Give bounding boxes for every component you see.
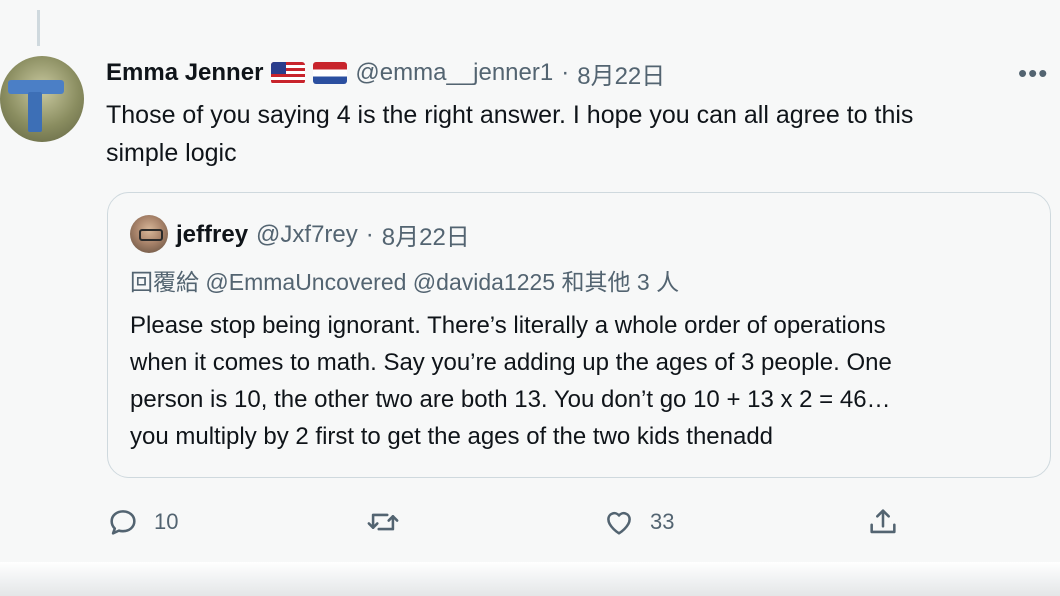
tweet-header: Emma Jenner @emma__jenner1 · 8月22日 [106, 56, 665, 90]
more-icon[interactable]: ••• [1018, 58, 1048, 89]
quoted-text-line: you multiply by 2 first to get the ages … [130, 423, 774, 450]
heart-icon [607, 511, 631, 535]
reply-icon [110, 510, 136, 535]
quoted-author-handle[interactable]: @Jxf7rey [256, 221, 358, 249]
quoted-text-line: person is 10, the other two are both 13.… [130, 386, 891, 413]
avatar-image-part [28, 92, 42, 132]
tweet-date[interactable]: 8月22日 [577, 56, 665, 91]
tweet-text-line: simple logic [106, 139, 237, 167]
tweet[interactable]: Emma Jenner @emma__jenner1 · 8月22日 ••• T… [0, 0, 1060, 562]
separator: · [365, 220, 374, 248]
us-flag-icon [271, 62, 306, 84]
tweet-text-line: Those of you saying 4 is the right answe… [106, 101, 914, 129]
share-button[interactable] [866, 500, 900, 544]
quoted-text-line: when it comes to math. Say you’re adding… [130, 349, 892, 376]
replying-to: 回覆給 @EmmaUncovered @davida1225 和其他 3 人 [130, 263, 679, 297]
share-icon [870, 509, 896, 534]
author-name[interactable]: Emma Jenner [106, 59, 263, 87]
reply-suffix: 和其他 3 人 [561, 269, 680, 295]
action-bar: 10 33 [106, 500, 906, 544]
avatar[interactable] [0, 56, 84, 142]
quoted-author-name[interactable]: jeffrey [176, 221, 248, 249]
quoted-text-line: Please stop being ignorant. There’s lite… [130, 312, 886, 339]
thread-line [37, 10, 40, 46]
reply-count: 10 [154, 509, 179, 534]
reply-button[interactable]: 10 [106, 500, 178, 544]
like-button[interactable]: 33 [602, 500, 674, 544]
reply-prefix: 回覆給 [130, 269, 199, 295]
footer-divider [0, 562, 1060, 596]
quoted-avatar[interactable] [130, 215, 168, 253]
separator: · [561, 59, 570, 86]
reply-mentions[interactable]: @EmmaUncovered @davida1225 [205, 269, 555, 295]
quoted-date[interactable]: 8月22日 [382, 217, 470, 252]
quoted-header: jeffrey @Jxf7rey · 8月22日 [176, 217, 470, 252]
tweet-text: Those of you saying 4 is the right answe… [106, 96, 1036, 172]
quoted-tweet[interactable]: jeffrey @Jxf7rey · 8月22日 回覆給 @EmmaUncove… [107, 192, 1051, 478]
retweet-button[interactable] [366, 500, 400, 544]
quoted-text: Please stop being ignorant. There’s lite… [130, 307, 1040, 455]
retweet-icon [367, 513, 399, 531]
author-handle[interactable]: @emma__jenner1 [355, 59, 553, 87]
netherlands-flag-icon [313, 62, 348, 84]
like-count: 33 [650, 509, 675, 534]
